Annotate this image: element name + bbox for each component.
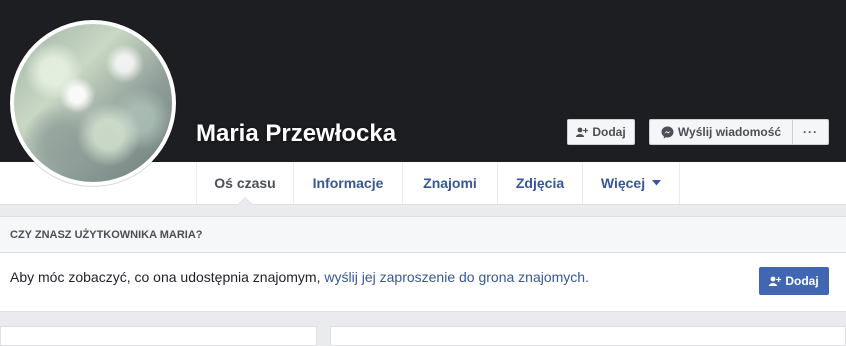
messenger-icon <box>661 126 674 139</box>
tab-timeline-label: Oś czasu <box>214 175 276 191</box>
tab-photos-label: Zdjęcia <box>515 175 565 191</box>
more-options-button[interactable]: ··· <box>792 119 829 145</box>
send-message-button[interactable]: Wyślij wiadomość <box>649 119 793 145</box>
add-friend-icon <box>769 276 782 286</box>
tab-photos[interactable]: Zdjęcia <box>498 162 583 204</box>
tab-friends[interactable]: Znajomi <box>403 162 498 204</box>
add-friend-icon <box>576 127 589 137</box>
send-message-label: Wyślij wiadomość <box>677 125 782 139</box>
tab-more-label: Więcej <box>600 175 646 191</box>
panel-description: Aby móc zobaczyć, co ona udostępnia znaj… <box>10 269 325 285</box>
tab-more[interactable]: Więcej <box>583 162 680 204</box>
tab-about-label: Informacje <box>312 175 384 191</box>
panel-heading: CZY ZNASZ UŻYTKOWNIKA MARIA? <box>0 217 846 253</box>
posts-card <box>330 326 846 346</box>
add-friend-label: Dodaj <box>592 125 626 139</box>
tab-about[interactable]: Informacje <box>294 162 403 204</box>
chevron-down-icon <box>652 180 662 186</box>
profile-name[interactable]: Maria Przewłocka <box>196 120 396 148</box>
send-friend-request-link[interactable]: wyślij jej zaproszenie do grona znajomyc… <box>324 269 589 285</box>
more-options-icon: ··· <box>803 125 818 139</box>
active-tab-indicator <box>237 197 253 205</box>
add-friend-button[interactable]: Dodaj <box>567 119 635 145</box>
tab-friends-label: Znajomi <box>423 175 477 191</box>
add-friend-primary-button[interactable]: Dodaj <box>759 267 829 295</box>
add-friend-primary-label: Dodaj <box>785 274 819 288</box>
friend-suggestion-panel: CZY ZNASZ UŻYTKOWNIKA MARIA? Aby móc zob… <box>0 216 846 312</box>
intro-card <box>0 326 317 346</box>
avatar <box>14 24 172 182</box>
panel-text: Aby móc zobaczyć, co ona udostępnia znaj… <box>10 269 589 285</box>
tab-timeline[interactable]: Oś czasu <box>196 162 294 205</box>
profile-picture[interactable] <box>10 20 176 186</box>
